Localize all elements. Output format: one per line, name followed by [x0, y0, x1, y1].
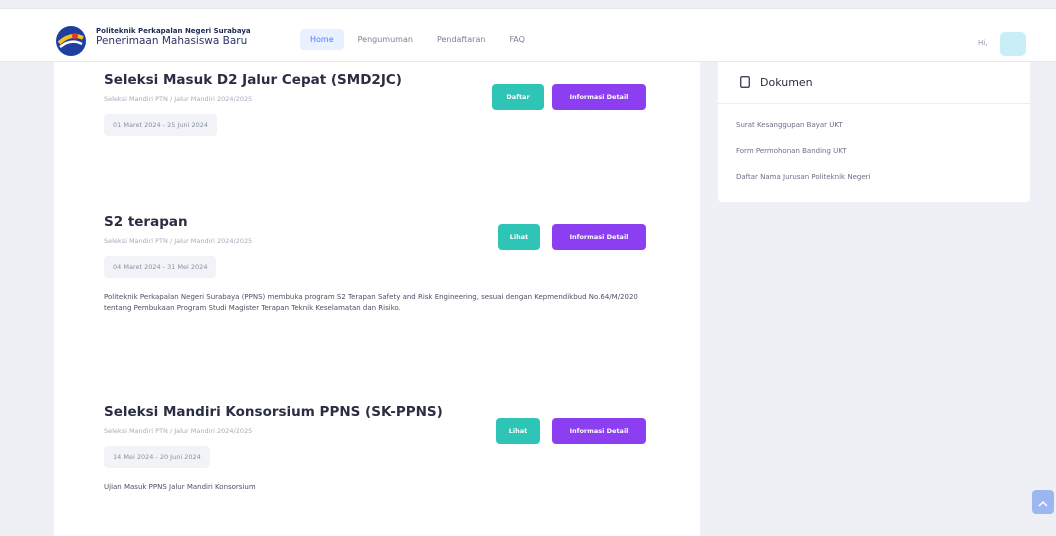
date-range-badge: 01 Maret 2024 - 25 Juni 2024: [104, 114, 217, 137]
item-description: Politeknik Perkapalan Negeri Surabaya (P…: [104, 293, 638, 313]
documents-panel: Dokumen Surat Kesanggupan Bayar UKT Form…: [718, 62, 1030, 202]
arrow-up-icon: [1038, 493, 1048, 512]
nav-home[interactable]: Home: [300, 29, 344, 50]
item-meta: Seleksi Mandiri PTN / Jalur Mandiri 2024…: [104, 95, 253, 103]
user-greeting: Hi,: [978, 39, 988, 47]
scroll-top-button[interactable]: [1032, 490, 1054, 514]
item-meta: Seleksi Mandiri PTN / Jalur Mandiri 2024…: [104, 237, 253, 245]
nav-faq[interactable]: FAQ: [499, 29, 535, 50]
brand[interactable]: Politeknik Perkapalan Negeri Surabaya Pe…: [96, 27, 251, 47]
ppns-logo-icon[interactable]: [54, 24, 88, 58]
info-detail-button[interactable]: Informasi Detail: [552, 224, 646, 250]
brand-subtitle: Penerimaan Mahasiswa Baru: [96, 35, 248, 48]
date-range-badge: 14 Mei 2024 - 20 Juni 2024: [104, 446, 210, 469]
document-link-ukt-payment[interactable]: Surat Kesanggupan Bayar UKT: [718, 112, 1030, 138]
item-description: Ujian Masuk PPNS Jalur Mandiri Konsorsiu…: [104, 483, 256, 492]
date-range-badge: 04 Maret 2024 - 31 Mei 2024: [104, 256, 217, 279]
document-icon: [740, 73, 750, 92]
lihat-button[interactable]: Lihat: [496, 418, 540, 444]
item-meta: Seleksi Mandiri PTN / Jalur Mandiri 2024…: [104, 427, 253, 435]
nav-pengumuman[interactable]: Pengumuman: [348, 29, 423, 50]
daftar-button[interactable]: Daftar: [492, 84, 544, 110]
main-nav: Home Pengumuman Pendaftaran FAQ: [300, 29, 535, 50]
documents-title: Dokumen: [760, 76, 813, 89]
nav-pendaftaran[interactable]: Pendaftaran: [427, 29, 496, 50]
avatar[interactable]: [1000, 32, 1026, 56]
info-detail-button[interactable]: Informasi Detail: [552, 84, 646, 110]
admission-list: Seleksi Masuk D2 Jalur Cepat (SMD2JC) Se…: [54, 62, 700, 536]
document-link-ukt-appeal[interactable]: Form Permohonan Banding UKT: [718, 138, 1030, 164]
info-detail-button[interactable]: Informasi Detail: [552, 418, 646, 444]
lihat-button[interactable]: Lihat: [498, 224, 540, 250]
document-link-department-list[interactable]: Daftar Nama Jurusan Politeknik Negeri: [718, 164, 1030, 190]
brand-title: Politeknik Perkapalan Negeri Surabaya: [96, 27, 251, 35]
top-navbar: Politeknik Perkapalan Negeri Surabaya Pe…: [0, 8, 1056, 62]
documents-header: Dokumen: [718, 62, 1030, 104]
